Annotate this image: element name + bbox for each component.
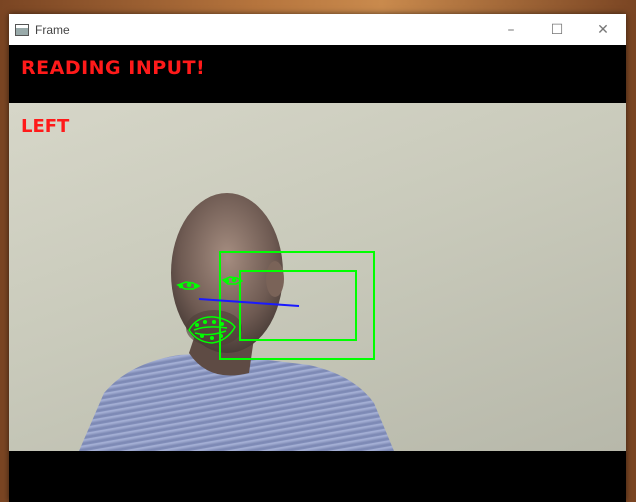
status-text: READING INPUT! — [21, 57, 206, 79]
window-title: Frame — [35, 22, 70, 37]
minimize-icon: – — [507, 21, 515, 38]
status-band: READING INPUT! — [9, 45, 626, 103]
bottom-band — [9, 451, 626, 502]
camera-feed: LEFT — [9, 103, 626, 451]
close-icon: ✕ — [597, 21, 609, 38]
minimize-button[interactable]: – — [488, 14, 534, 45]
frame-window: Frame – ☐ ✕ READING INPUT! LEFT — [9, 14, 626, 502]
camera-scene — [79, 193, 394, 451]
maximize-icon: ☐ — [550, 21, 564, 38]
maximize-button[interactable]: ☐ — [534, 14, 580, 45]
title-bar[interactable]: Frame – ☐ ✕ — [9, 14, 626, 45]
close-button[interactable]: ✕ — [580, 14, 626, 45]
video-frame: READING INPUT! LEFT — [9, 45, 626, 502]
person-ear — [266, 261, 284, 297]
app-icon — [15, 23, 29, 36]
